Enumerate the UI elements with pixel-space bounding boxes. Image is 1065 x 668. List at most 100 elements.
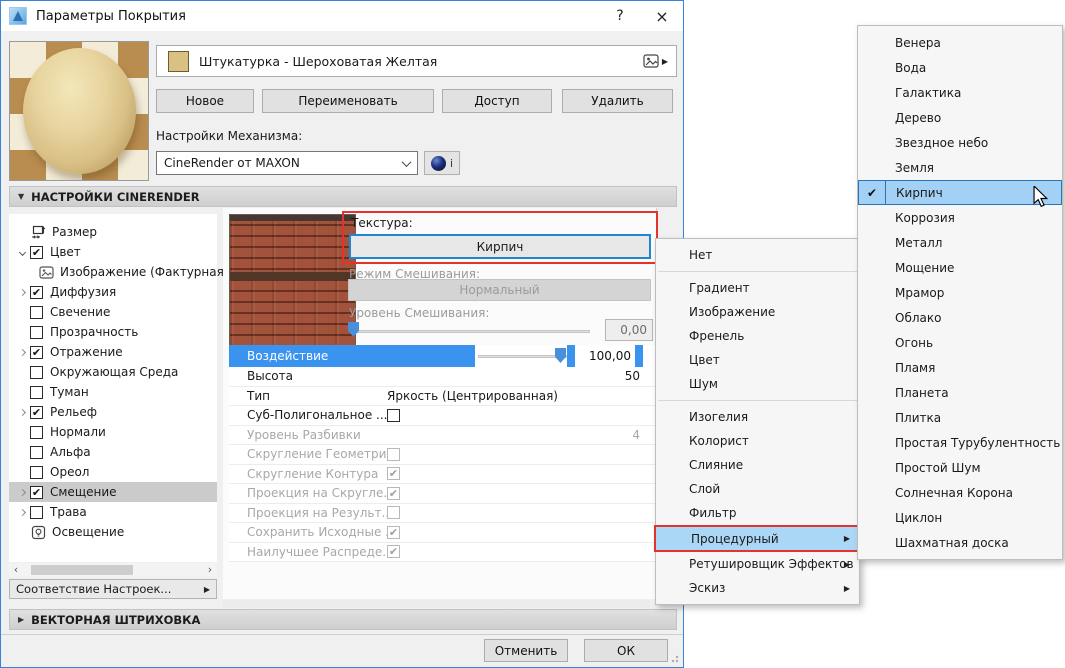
submenu-item-venus[interactable]: Венера: [858, 30, 1062, 55]
material-picker-arrow-icon[interactable]: ▶: [662, 57, 668, 66]
submenu-item-fire[interactable]: Огонь: [858, 330, 1062, 355]
menu-item-none[interactable]: Нет: [656, 243, 859, 267]
menu-item-sketch[interactable]: Эскиз ▶: [656, 576, 859, 600]
tree-item-size[interactable]: Размер: [9, 222, 217, 242]
menu-item-fusion[interactable]: Слияние: [656, 453, 859, 477]
checkbox-unchecked[interactable]: [30, 385, 43, 399]
submenu-item-metal[interactable]: Металл: [858, 230, 1062, 255]
tree-item-displacement[interactable]: ✔ Смещение: [9, 482, 217, 502]
ok-button[interactable]: ОК: [584, 639, 668, 662]
influence-value-input[interactable]: 100,00: [575, 345, 635, 367]
tree-item-bump[interactable]: ✔ Рельеф: [9, 402, 217, 422]
tree-item-illumination[interactable]: Освещение: [9, 522, 217, 542]
checkbox-unchecked[interactable]: [30, 425, 43, 439]
submenu-item-water[interactable]: Вода: [858, 55, 1062, 80]
menu-item-image[interactable]: Изображение: [656, 300, 859, 324]
checkbox-checked[interactable]: ✔: [30, 485, 43, 499]
collapsed-icon[interactable]: [18, 508, 27, 516]
submenu-item-planet[interactable]: Планета: [858, 380, 1062, 405]
tree-item-environment[interactable]: Окружающая Среда: [9, 362, 217, 382]
access-button[interactable]: Доступ: [442, 89, 552, 113]
resize-grip[interactable]: [671, 655, 679, 663]
brick-texture-preview[interactable]: [229, 214, 356, 346]
checkbox-checked[interactable]: ✔: [30, 245, 43, 259]
submenu-item-tiles[interactable]: Плитка: [858, 405, 1062, 430]
submenu-item-wood[interactable]: Дерево: [858, 105, 1062, 130]
checkbox-unchecked[interactable]: [30, 465, 43, 479]
submenu-item-checkerboard[interactable]: Шахматная доска: [858, 530, 1062, 555]
menu-item-color[interactable]: Цвет: [656, 348, 859, 372]
scroll-right-icon[interactable]: ›: [203, 563, 217, 577]
tree-item-fog[interactable]: Туман: [9, 382, 217, 402]
submenu-item-starfield[interactable]: Звездное небо: [858, 130, 1062, 155]
cinerender-info-button[interactable]: i: [424, 151, 460, 175]
help-button[interactable]: ?: [599, 1, 641, 31]
menu-item-posterize[interactable]: Изогелия: [656, 405, 859, 429]
submenu-item-earth[interactable]: Земля: [858, 155, 1062, 180]
tree-item-reflection[interactable]: ✔ Отражение: [9, 342, 217, 362]
submenu-item-flame[interactable]: Пламя: [858, 355, 1062, 380]
checkbox-unchecked[interactable]: [30, 305, 43, 319]
blend-level-value[interactable]: 0,00: [605, 319, 653, 341]
rename-button[interactable]: Переименовать: [262, 89, 434, 113]
checkbox-unchecked[interactable]: [30, 505, 43, 519]
submenu-item-simple-noise[interactable]: Простой Шум: [858, 455, 1062, 480]
tree-item-image[interactable]: Изображение (Фактурная Ш: [9, 262, 241, 282]
checkbox-unchecked[interactable]: [30, 365, 43, 379]
submenu-item-cloud[interactable]: Облако: [858, 305, 1062, 330]
texture-button[interactable]: Кирпич: [349, 234, 651, 259]
expanded-icon[interactable]: [18, 248, 27, 256]
param-row-height[interactable]: Высота 50: [229, 367, 656, 387]
submenu-item-marble[interactable]: Мрамор: [858, 280, 1062, 305]
collapsed-icon[interactable]: [18, 408, 27, 416]
tree-horizontal-scrollbar[interactable]: ‹ ›: [9, 563, 217, 577]
scroll-left-icon[interactable]: ‹: [9, 563, 23, 577]
influence-row[interactable]: Воздействие 100,00: [229, 345, 656, 367]
tree-item-color[interactable]: ✔ Цвет: [9, 242, 217, 262]
menu-item-fresnel[interactable]: Френель: [656, 324, 859, 348]
material-name-field[interactable]: Штукатурка - Шероховатая Желтая ▶: [156, 45, 677, 77]
influence-slider-thumb[interactable]: [555, 348, 566, 363]
menu-item-noise[interactable]: Шум: [656, 372, 859, 396]
menu-item-filter[interactable]: Фильтр: [656, 501, 859, 525]
close-button[interactable]: ×: [641, 1, 683, 31]
param-row-type[interactable]: Тип Яркость (Центрированная): [229, 387, 656, 406]
cinerender-section-header[interactable]: ▼ НАСТРОЙКИ CINERENDER: [9, 186, 677, 207]
checkbox-checked[interactable]: ✔: [30, 345, 43, 359]
influence-slider[interactable]: [478, 355, 568, 358]
checkbox-checked[interactable]: ✔: [30, 405, 43, 419]
new-button[interactable]: Новое: [156, 89, 254, 113]
tree-item-transparency[interactable]: Прозрачность: [9, 322, 217, 342]
tree-item-normals[interactable]: Нормали: [9, 422, 217, 442]
delete-button[interactable]: Удалить: [562, 89, 673, 113]
menu-item-colorizer[interactable]: Колорист: [656, 429, 859, 453]
submenu-item-simple-turbulence[interactable]: Простая Турубулентность: [858, 430, 1062, 455]
submenu-item-pavement[interactable]: Мощение: [858, 255, 1062, 280]
tree-item-glow[interactable]: Ореол: [9, 462, 217, 482]
param-row-subpolygon[interactable]: Суб-Полигональное ...: [229, 406, 656, 426]
menu-item-layer[interactable]: Слой: [656, 477, 859, 501]
engine-dropdown[interactable]: CineRender от MAXON: [156, 151, 418, 175]
menu-item-gradient[interactable]: Градиент: [656, 276, 859, 300]
collapsed-icon[interactable]: [18, 348, 27, 356]
scrollbar-thumb[interactable]: [31, 565, 133, 575]
checkbox-unchecked[interactable]: [387, 408, 400, 422]
menu-item-effects-retoucher[interactable]: Ретушировщик Эффектов ▶: [656, 552, 859, 576]
tree-item-luminance[interactable]: Свечение: [9, 302, 217, 322]
collapsed-icon[interactable]: [18, 488, 27, 496]
submenu-item-cyclone[interactable]: Циклон: [858, 505, 1062, 530]
checkbox-unchecked[interactable]: [30, 325, 43, 339]
menu-item-procedural[interactable]: Процедурный ▶: [654, 525, 861, 552]
blend-level-slider[interactable]: [354, 330, 590, 333]
submenu-item-sun-corona[interactable]: Солнечная Корона: [858, 480, 1062, 505]
submenu-item-galaxy[interactable]: Галактика: [858, 80, 1062, 105]
match-settings-button[interactable]: Соответствие Настроек... ▶: [9, 579, 217, 599]
tree-item-diffusion[interactable]: ✔ Диффузия: [9, 282, 217, 302]
cancel-button[interactable]: Отменить: [484, 639, 568, 662]
checkbox-checked[interactable]: ✔: [30, 285, 43, 299]
param-value[interactable]: 50: [625, 369, 640, 383]
param-value[interactable]: Яркость (Центрированная): [387, 389, 558, 403]
checkbox-unchecked[interactable]: [30, 445, 43, 459]
tree-item-alpha[interactable]: Альфа: [9, 442, 217, 462]
tree-item-grass[interactable]: Трава: [9, 502, 217, 522]
